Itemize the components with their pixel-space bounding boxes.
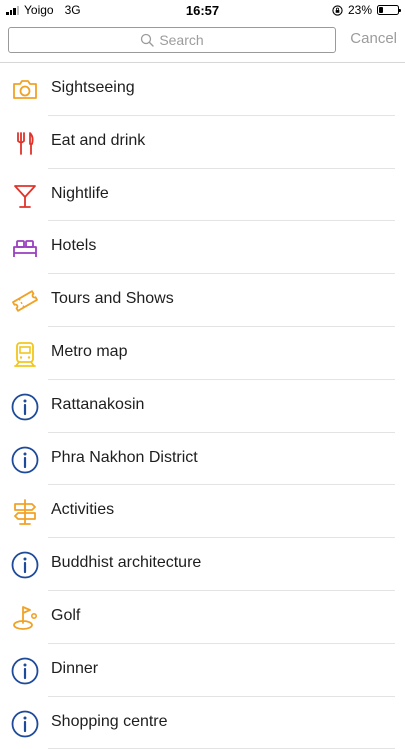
signpost-icon	[10, 497, 40, 527]
ticket-icon	[10, 286, 40, 316]
list-item[interactable]: Dinner	[0, 644, 405, 697]
list-item[interactable]: Eat and drink	[0, 116, 405, 169]
list-item-label: Metro map	[51, 342, 128, 360]
status-bar: Yoigo 3G 16:57 23%	[0, 0, 405, 20]
fork-knife-icon	[10, 128, 40, 158]
list-item-label: Sightseeing	[51, 79, 135, 96]
list-item-label: Nightlife	[51, 184, 109, 202]
battery-icon	[377, 5, 401, 15]
list-item[interactable]: Metro map	[0, 327, 405, 380]
list-item-label: Golf	[51, 606, 81, 624]
info-icon	[10, 709, 40, 739]
list-item[interactable]: Nightlife	[0, 169, 405, 222]
list-item-label: Eat and drink	[51, 131, 146, 149]
bed-icon	[10, 233, 40, 263]
list-item-label: Buddhist architecture	[51, 554, 202, 572]
list-item-label: Hotels	[51, 237, 97, 255]
search-row: Search Cancel	[0, 20, 405, 63]
list-item[interactable]: Activities	[0, 485, 405, 539]
list-item-label: Shopping centre	[51, 712, 168, 730]
search-input[interactable]: Search	[8, 27, 336, 53]
category-list: Sightseeing Eat and drink Nightlife Hotels T…	[0, 63, 405, 749]
battery-percent: 23%	[347, 3, 372, 17]
list-item[interactable]: Phra Nakhon District	[0, 433, 405, 486]
cancel-button[interactable]: Cancel	[350, 30, 397, 47]
info-icon	[10, 550, 40, 580]
list-item[interactable]: Sightseeing	[0, 63, 405, 116]
list-item[interactable]: Golf	[0, 591, 405, 644]
list-item[interactable]: Buddhist architecture	[0, 538, 405, 591]
search-placeholder: Search	[159, 32, 204, 48]
search-icon	[141, 33, 155, 47]
list-item-label: Phra Nakhon District	[51, 448, 198, 466]
battery-fill	[379, 7, 384, 13]
info-icon	[10, 392, 40, 422]
info-icon	[10, 445, 40, 475]
cocktail-glass-icon	[10, 181, 40, 211]
list-item-label: Activities	[51, 501, 115, 519]
list-item[interactable]: Hotels	[0, 221, 405, 275]
list-item[interactable]: Shopping centre	[0, 697, 405, 749]
train-icon	[10, 339, 40, 369]
list-item-label: Rattanakosin	[51, 395, 145, 413]
status-right: 23%	[332, 3, 401, 17]
list-item[interactable]: Rattanakosin	[0, 380, 405, 433]
rotation-lock-icon	[332, 4, 343, 16]
list-item-label: Tours and Shows	[51, 290, 174, 308]
list-item[interactable]: Tours and Shows	[0, 274, 405, 327]
camera-icon	[10, 75, 40, 105]
golf-icon	[10, 603, 40, 633]
info-icon	[10, 656, 40, 686]
list-item-label: Dinner	[51, 659, 99, 677]
